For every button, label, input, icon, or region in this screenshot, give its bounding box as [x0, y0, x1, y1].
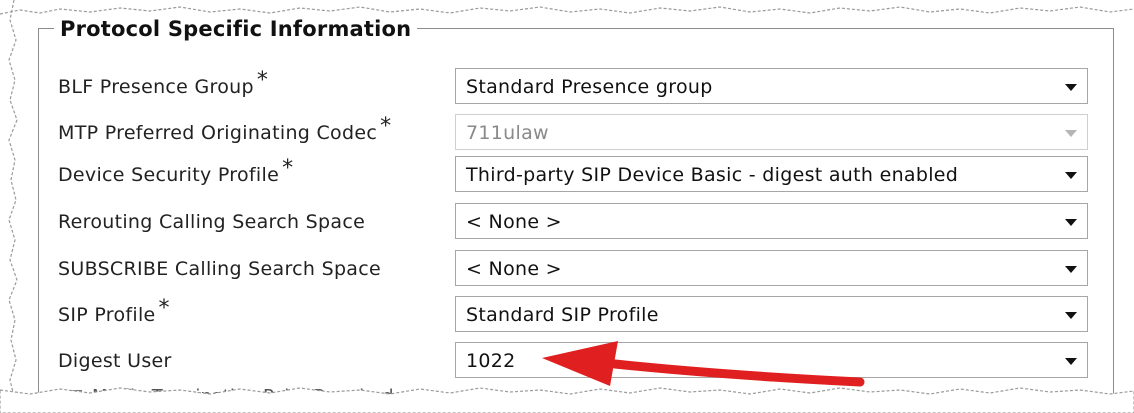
digest-user-select[interactable]: 1022	[455, 342, 1088, 378]
select-value: Standard Presence group	[466, 76, 713, 98]
chevron-down-icon	[1065, 312, 1077, 319]
chevron-down-icon	[1065, 130, 1077, 137]
field-label: SIP Profile *	[58, 296, 170, 326]
row-blf-presence-group: BLF Presence Group * Standard Presence gr…	[58, 68, 1098, 108]
row-mtp-preferred-codec: MTP Preferred Originating Codec * 711ulaw	[58, 114, 1098, 154]
section-legend: Protocol Specific Information	[54, 14, 418, 44]
required-marker: *	[158, 296, 170, 321]
torn-edge-bottom	[0, 387, 1134, 413]
required-marker: *	[282, 156, 294, 181]
field-label: BLF Presence Group *	[58, 68, 269, 98]
device-security-profile-select[interactable]: Third-party SIP Device Basic - digest au…	[455, 156, 1088, 192]
select-value: < None >	[466, 258, 562, 280]
chevron-down-icon	[1065, 172, 1077, 179]
select-value: Standard SIP Profile	[466, 304, 659, 326]
chevron-down-icon	[1065, 266, 1077, 273]
chevron-down-icon	[1065, 84, 1077, 91]
mtp-preferred-codec-select: 711ulaw	[455, 114, 1088, 150]
torn-edge-left	[8, 0, 18, 413]
field-label: Digest User	[58, 350, 172, 372]
field-label: SUBSCRIBE Calling Search Space	[58, 258, 381, 280]
required-marker: *	[256, 68, 269, 93]
blf-presence-group-select[interactable]: Standard Presence group	[455, 68, 1088, 104]
row-subscribe-css: SUBSCRIBE Calling Search Space < None >	[58, 250, 1098, 290]
field-label: Device Security Profile *	[58, 156, 294, 186]
chevron-down-icon	[1065, 219, 1077, 226]
subscribe-css-select[interactable]: < None >	[455, 250, 1088, 286]
field-label: MTP Preferred Originating Codec *	[58, 114, 392, 144]
select-value: Third-party SIP Device Basic - digest au…	[466, 164, 959, 186]
row-rerouting-css: Rerouting Calling Search Space < None >	[58, 203, 1098, 243]
sip-profile-select[interactable]: Standard SIP Profile	[455, 296, 1088, 332]
chevron-down-icon	[1065, 358, 1077, 365]
row-digest-user: Digest User 1022	[58, 342, 1098, 382]
row-sip-profile: SIP Profile * Standard SIP Profile	[58, 296, 1098, 336]
row-device-security-profile: Device Security Profile * Third-party SIP…	[58, 156, 1098, 196]
field-label: Rerouting Calling Search Space	[58, 211, 366, 233]
select-value: 711ulaw	[466, 122, 549, 144]
select-value: < None >	[466, 211, 562, 233]
rerouting-css-select[interactable]: < None >	[455, 203, 1088, 239]
required-marker: *	[380, 114, 392, 139]
select-value: 1022	[466, 350, 516, 372]
